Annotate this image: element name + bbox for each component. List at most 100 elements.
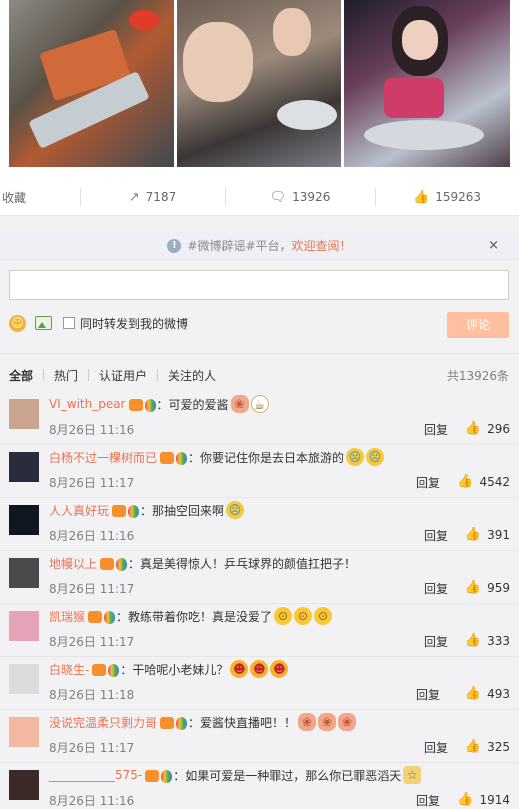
reply-button[interactable]: 回复 bbox=[424, 421, 448, 438]
comment-like-button[interactable]: 👍 333 bbox=[465, 633, 510, 648]
comment-like-button[interactable]: 👍 391 bbox=[465, 527, 510, 542]
thumbs-up-icon: 👍 bbox=[457, 792, 474, 807]
comment-time: 8月26日 11:16 bbox=[49, 423, 135, 437]
member-badge-icon[interactable] bbox=[160, 717, 175, 729]
comment-input[interactable] bbox=[9, 270, 509, 300]
balloon-icon[interactable] bbox=[144, 398, 156, 412]
avatar[interactable] bbox=[9, 452, 39, 482]
info-icon: ! bbox=[167, 238, 182, 253]
comment-like-button[interactable]: 👍 1914 bbox=[457, 792, 510, 807]
reply-button[interactable]: 回复 bbox=[416, 474, 440, 491]
comment-panel: ! #微博辟谣#平台， 欢迎查阅！ × ☺ 同时转发到我的微博 评论 全部 热门… bbox=[0, 216, 519, 809]
comment-item: 白晓生- ：干哈呢小老妹儿？ ☻ ☻ ☻ 8月26日 11:18 回复 👍 493 bbox=[0, 657, 519, 710]
reply-button[interactable]: 回复 bbox=[424, 527, 448, 544]
filter-all[interactable]: 全部 bbox=[9, 367, 33, 384]
comment-item: ___________575- ：如果可爱是一种罪过，那么你已罪恶滔天 ☆ 8月26日… bbox=[0, 763, 519, 809]
reply-button[interactable]: 回复 bbox=[416, 686, 440, 703]
filter-following[interactable]: 关注的人 bbox=[168, 367, 216, 384]
avatar[interactable] bbox=[9, 505, 39, 535]
comment-text: ：可爱的爱酱 bbox=[156, 397, 229, 412]
reply-button[interactable]: 回复 bbox=[424, 580, 448, 597]
filter-hot[interactable]: 热门 bbox=[54, 367, 78, 384]
comment-text: ：干哈呢小老妹儿？ bbox=[120, 662, 229, 677]
member-badge-icon[interactable] bbox=[145, 770, 160, 782]
comment-item: VI_with_pear ：可爱的爱酱 ❀ ☕ 8月26日 11:16 回复 👍 296 bbox=[0, 392, 519, 445]
divider bbox=[43, 369, 45, 381]
repost-checkbox-label: 同时转发到我的微博 bbox=[80, 316, 189, 331]
comment-body: 地幔以上 ：真是美得惊人！乒乓球界的颜值扛把子！ bbox=[49, 554, 356, 572]
submit-comment-button[interactable]: 评论 bbox=[447, 312, 509, 338]
comment-item: 白杨不过一棵树而已 ：你要记住你是去日本旅游的 ☹ ☹ 8月26日 11:17 回复 👍 45… bbox=[0, 445, 519, 498]
divider bbox=[157, 369, 159, 381]
member-badge-icon[interactable] bbox=[88, 611, 103, 623]
pig-emoji-icon: ❀ bbox=[318, 713, 337, 731]
balloon-icon[interactable] bbox=[108, 663, 120, 677]
thumbs-up-icon: 👍 bbox=[464, 633, 482, 648]
comment-like-button[interactable]: 👍 493 bbox=[465, 686, 510, 701]
comment-time: 8月26日 11:17 bbox=[49, 741, 135, 755]
balloon-icon[interactable] bbox=[176, 451, 188, 465]
member-badge-icon[interactable] bbox=[92, 664, 107, 676]
avatar[interactable] bbox=[9, 717, 39, 747]
comment-like-count: 959 bbox=[487, 580, 510, 595]
balloon-icon[interactable] bbox=[176, 716, 188, 730]
like-count: 159263 bbox=[435, 190, 481, 204]
comment-like-button[interactable]: 👍 959 bbox=[465, 580, 510, 595]
thumbs-up-icon: 👍 bbox=[464, 527, 482, 542]
comment-username[interactable]: 地幔以上 bbox=[49, 555, 97, 572]
comment-like-button[interactable]: 👍 325 bbox=[465, 739, 510, 754]
comment-like-button[interactable]: 👍 296 bbox=[465, 421, 510, 436]
comment-username[interactable]: VI_with_pear bbox=[49, 397, 126, 411]
comment-time: 8月26日 11:18 bbox=[49, 688, 135, 702]
avatar[interactable] bbox=[9, 664, 39, 694]
image-icon[interactable] bbox=[35, 316, 52, 330]
comment-username[interactable]: 人人真好玩 bbox=[49, 502, 109, 519]
member-badge-icon[interactable] bbox=[112, 505, 127, 517]
comment-text: ：那抽空回来啊 bbox=[140, 503, 225, 518]
comment-username[interactable]: 白晓生- bbox=[49, 661, 89, 678]
repost-button[interactable]: ↗ 7187 bbox=[80, 178, 225, 216]
photo-person-eating[interactable] bbox=[177, 0, 341, 167]
member-badge-icon[interactable] bbox=[160, 452, 175, 464]
cry-emoji-icon: ☹ bbox=[346, 448, 365, 466]
favorite-button[interactable]: 收藏 bbox=[0, 178, 80, 216]
photo-food-skewers[interactable] bbox=[9, 0, 174, 167]
comment-body: ___________575- ：如果可爱是一种罪过，那么你已罪恶滔天 ☆ bbox=[49, 766, 422, 784]
notice-highlight[interactable]: 欢迎查阅！ bbox=[292, 237, 352, 254]
comment-body: 凯瑞猴 ：教练带着你吃！真是没爱了 ⊙ ⊙ ⊙ bbox=[49, 607, 333, 625]
photo-woman-eating[interactable] bbox=[344, 0, 510, 167]
balloon-icon[interactable] bbox=[116, 557, 128, 571]
member-badge-icon[interactable] bbox=[128, 399, 143, 411]
member-badge-icon[interactable] bbox=[100, 558, 115, 570]
reply-button[interactable]: 回复 bbox=[424, 633, 448, 650]
close-icon[interactable]: × bbox=[488, 238, 499, 253]
avatar[interactable] bbox=[9, 611, 39, 641]
comment-like-count: 1914 bbox=[479, 792, 510, 807]
filter-verified[interactable]: 认证用户 bbox=[99, 367, 147, 384]
like-button[interactable]: 👍 159263 bbox=[375, 178, 519, 216]
comment-username[interactable]: 白杨不过一棵树而已 bbox=[49, 449, 157, 466]
reply-button[interactable]: 回复 bbox=[424, 739, 448, 756]
avatar[interactable] bbox=[9, 558, 39, 588]
comment-button[interactable]: 🗨 13926 bbox=[225, 178, 375, 216]
cry-emoji-icon: ☹ bbox=[226, 501, 245, 519]
notice-topic[interactable]: #微博辟谣#平台， bbox=[187, 237, 291, 254]
repost-checkbox[interactable] bbox=[63, 317, 75, 329]
comment-like-button[interactable]: 👍 4542 bbox=[457, 474, 510, 489]
comment-username[interactable]: ___________575- bbox=[49, 768, 142, 782]
comment-username[interactable]: 没说完温柔只剩力哥 bbox=[49, 714, 157, 731]
comment-username[interactable]: 凯瑞猴 bbox=[49, 608, 85, 625]
balloon-icon[interactable] bbox=[161, 769, 173, 783]
thumbs-up-icon: 👍 bbox=[464, 580, 482, 595]
balloon-icon[interactable] bbox=[128, 504, 140, 518]
emoji-icon[interactable]: ☺ bbox=[9, 314, 26, 332]
reply-button[interactable]: 回复 bbox=[416, 792, 440, 809]
balloon-icon[interactable] bbox=[104, 610, 116, 624]
comment-time: 8月26日 11:16 bbox=[49, 529, 135, 543]
comment-like-count: 333 bbox=[487, 633, 510, 648]
avatar[interactable] bbox=[9, 770, 39, 800]
shock-emoji-icon: ⊙ bbox=[274, 607, 293, 625]
shock-emoji-icon: ⊙ bbox=[314, 607, 333, 625]
pig-emoji-icon: ❀ bbox=[338, 713, 357, 731]
avatar[interactable] bbox=[9, 399, 39, 429]
